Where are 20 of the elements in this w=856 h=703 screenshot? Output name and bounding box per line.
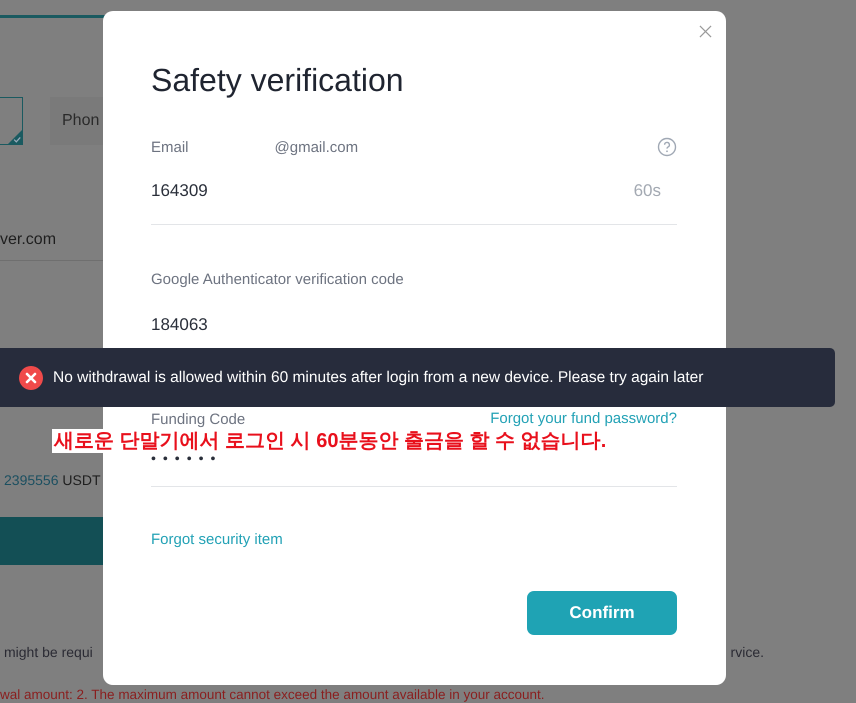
countdown-text: 60s (634, 181, 661, 201)
dialog-title: Safety verification (151, 61, 405, 99)
note-text: might be requi (4, 644, 93, 660)
email-address: @gmail.com (274, 138, 360, 156)
note-text: rvice. (730, 644, 764, 660)
balance-unit: USDT (62, 472, 101, 488)
email-code-field[interactable]: 164309 60s (151, 158, 677, 225)
field-label: Funding Code (151, 410, 246, 428)
check-corner-icon (8, 130, 22, 144)
error-icon (19, 366, 43, 390)
field-label: Google Authenticator verification code (151, 270, 404, 288)
warning-text: wal amount: 2. The maximum amount cannot exceed the amount available in your account. (0, 687, 545, 703)
forgot-password-link[interactable]: Forgot your fund password? (490, 411, 677, 427)
close-icon[interactable] (699, 25, 712, 38)
confirm-button[interactable]: Confirm (527, 591, 677, 635)
forgot-security-link[interactable]: Forgot security item (151, 532, 283, 548)
balance-amount: 2395556 (4, 472, 59, 488)
field-label: Email (151, 138, 189, 156)
toast-message: No withdrawal is allowed within 60 minutes after login from a new device. Please try again later (53, 368, 704, 386)
help-icon[interactable] (657, 137, 677, 157)
